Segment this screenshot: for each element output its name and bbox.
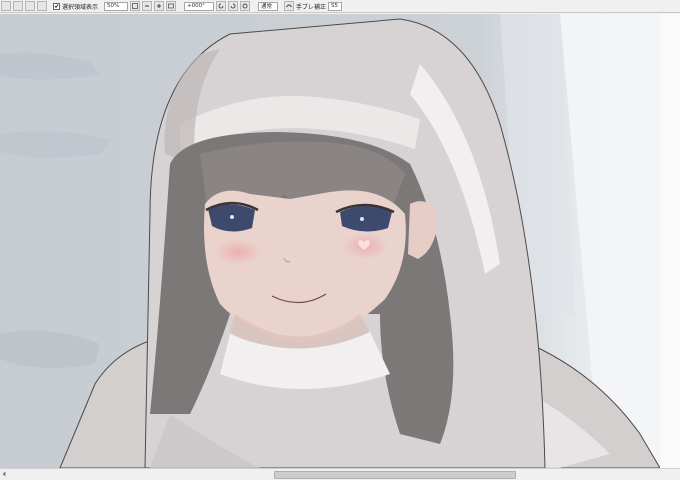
zoom-dropdown-icon[interactable] — [130, 1, 141, 11]
zoom-fit-icon[interactable] — [166, 1, 177, 11]
scrollbar-thumb[interactable] — [274, 471, 516, 479]
select-area-label: 選択領域表示 — [62, 3, 99, 11]
stabilizer-field[interactable]: S5 — [328, 1, 343, 11]
toolbar-button-3[interactable] — [25, 1, 35, 11]
eye-highlight-left — [230, 215, 234, 219]
blush-left — [214, 239, 262, 265]
zoom-field[interactable]: 50% — [104, 1, 129, 11]
toolbar-button-4[interactable] — [37, 1, 47, 11]
rotation-field[interactable]: +000° — [184, 1, 215, 11]
horizontal-scrollbar[interactable] — [0, 468, 680, 480]
select-area-toggle[interactable]: 選択領域表示 — [53, 2, 98, 11]
rotate-right-icon[interactable] — [228, 1, 239, 11]
drawing-canvas[interactable] — [0, 14, 680, 468]
canvas-side-gutter — [660, 14, 680, 468]
toolbar: 選択領域表示 50% +000° 通常 手ブレ補正 S5 — [0, 0, 680, 13]
scroll-left-arrow-icon[interactable] — [1, 471, 7, 477]
stabilizer-icon[interactable] — [284, 1, 295, 11]
toolbar-button-2[interactable] — [13, 1, 23, 11]
stabilizer-label: 手ブレ補正 — [296, 3, 327, 11]
zoom-out-icon[interactable] — [142, 1, 153, 11]
eye-right — [340, 206, 392, 232]
artwork-illustration — [0, 14, 680, 468]
eye-highlight-right — [360, 217, 364, 221]
checkbox-icon[interactable] — [53, 2, 60, 10]
zoom-in-icon[interactable] — [154, 1, 165, 11]
rotate-left-icon[interactable] — [216, 1, 227, 11]
rotate-reset-icon[interactable] — [240, 1, 251, 11]
toolbar-button-1[interactable] — [1, 1, 11, 11]
blend-mode-field[interactable]: 通常 — [258, 1, 279, 11]
